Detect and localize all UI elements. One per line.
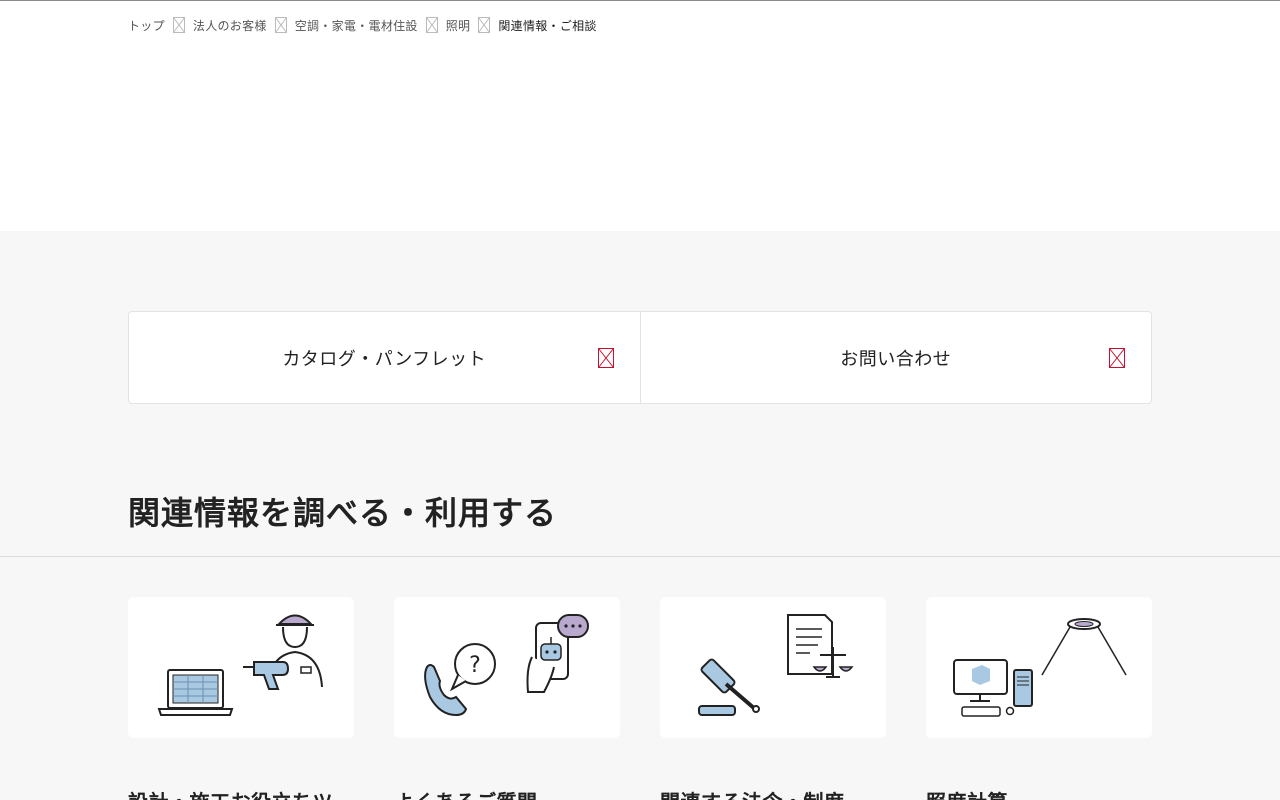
catalog-button-label: カタログ・パンフレット bbox=[282, 348, 487, 370]
computer-light-icon bbox=[953, 618, 1127, 717]
breadcrumb-separator-icon bbox=[274, 17, 287, 33]
section-title: 関連情報を調べる・利用する bbox=[128, 494, 558, 532]
card-title: 設計・施工お役立ちツー bbox=[128, 786, 354, 800]
worker-laptop-icon bbox=[157, 614, 323, 716]
contact-button[interactable]: お問い合わせ bbox=[639, 312, 1152, 403]
external-link-icon bbox=[597, 348, 614, 368]
contact-button-label: お問い合わせ bbox=[840, 348, 952, 370]
breadcrumb-separator-icon bbox=[172, 17, 185, 33]
card-title: よくあるご質問 bbox=[394, 786, 620, 800]
external-link-icon bbox=[1109, 348, 1125, 368]
breadcrumb-separator-icon bbox=[425, 17, 438, 33]
phone-chatbot-icon: ? bbox=[424, 614, 589, 717]
breadcrumb-item-lighting[interactable]: 照明 bbox=[446, 17, 471, 34]
breadcrumb: トップ 法人のお客様 空調・家電・電材住設 照明 関連情報・ご相談 bbox=[128, 15, 597, 35]
gavel-document-icon bbox=[698, 614, 854, 716]
breadcrumb-separator-icon bbox=[478, 17, 491, 33]
cta-row: カタログ・パンフレット お問い合わせ bbox=[128, 311, 1152, 404]
breadcrumb-item-current: 関連情報・ご相談 bbox=[498, 18, 597, 33]
card-faq[interactable]: ? bbox=[394, 597, 620, 738]
card-design-tools[interactable] bbox=[128, 597, 354, 738]
header-area bbox=[0, 1, 1280, 231]
svg-text:?: ? bbox=[469, 653, 481, 678]
card-title: 関連する法令・制度 bbox=[660, 786, 886, 800]
section-divider bbox=[0, 556, 1280, 557]
breadcrumb-item-top[interactable]: トップ bbox=[128, 17, 165, 34]
breadcrumb-item-business[interactable]: 法人のお客様 bbox=[193, 17, 267, 34]
catalog-button[interactable]: カタログ・パンフレット bbox=[129, 312, 640, 403]
card-illuminance-calculation[interactable] bbox=[926, 597, 1152, 738]
card-title: 照度計算 bbox=[926, 786, 1152, 800]
breadcrumb-item-aircon[interactable]: 空調・家電・電材住設 bbox=[295, 17, 418, 34]
card-laws[interactable] bbox=[660, 597, 886, 738]
